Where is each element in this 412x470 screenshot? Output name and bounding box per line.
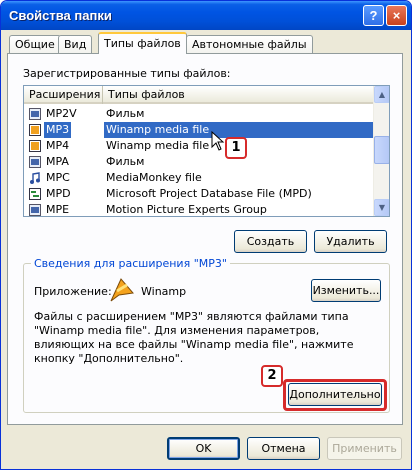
tab-offline-files[interactable]: Автономные файлы	[186, 35, 313, 53]
list-item-type: Winamp media file	[104, 122, 374, 138]
list-item-extension: MPA	[46, 155, 69, 168]
list-item[interactable]: MP2V Фильм	[24, 106, 374, 122]
winamp-file-icon	[29, 124, 41, 136]
list-item-selected[interactable]: MP3 Winamp media file	[24, 122, 374, 138]
video-file-icon	[29, 156, 41, 168]
window-title: Свойства папки	[9, 8, 112, 23]
apply-button[interactable]: Применить	[327, 437, 402, 460]
project-file-icon	[29, 188, 41, 200]
winamp-file-icon	[29, 140, 41, 152]
list-header: Расширения Типы файлов	[24, 86, 374, 104]
scrollbar-thumb[interactable]	[374, 136, 389, 164]
registered-types-label: Зарегистрированные типы файлов:	[23, 67, 231, 80]
callout-2: 2	[261, 365, 283, 387]
help-button[interactable]: ?	[363, 5, 384, 26]
list-item-type: Фильм	[106, 155, 145, 168]
list-item[interactable]: MP4 Winamp media file	[24, 138, 374, 154]
list-item[interactable]: MPD Microsoft Project Database File (MPD…	[24, 186, 374, 202]
close-button[interactable]: ×	[386, 5, 407, 26]
mouse-cursor-icon	[211, 131, 225, 151]
advanced-button[interactable]: Дополнительно	[288, 383, 382, 406]
scroll-up-arrow-icon[interactable]: ▲	[374, 86, 389, 103]
list-item-type: Winamp media file	[106, 139, 210, 152]
create-button[interactable]: Создать	[234, 230, 307, 253]
scroll-down-arrow-icon[interactable]: ▼	[374, 199, 389, 216]
list-item[interactable]: MPA Фильм	[24, 154, 374, 170]
list-item-extension: MP3	[44, 122, 72, 138]
list-item-type: MediaMonkey file	[106, 171, 202, 184]
ok-button[interactable]: OK	[167, 437, 240, 460]
extension-description: Файлы с расширением "MP3" являются файла…	[34, 310, 354, 365]
column-header-file-type[interactable]: Типы файлов	[103, 86, 374, 104]
list-item-type: Motion Picture Experts Group	[106, 203, 267, 216]
list-item-type: Фильм	[106, 107, 145, 120]
callout-1: 1	[225, 137, 247, 159]
folder-options-dialog: Свойства папки ? × Общие Вид Типы файлов…	[0, 0, 412, 470]
music-note-icon	[30, 172, 40, 184]
application-label: Приложение:	[34, 285, 112, 298]
cancel-button[interactable]: Отмена	[247, 437, 320, 460]
delete-button[interactable]: Удалить	[314, 230, 387, 253]
list-item-extension: MPD	[46, 187, 71, 200]
list-scrollbar[interactable]: ▲ ▼	[373, 86, 389, 216]
title-bar[interactable]: Свойства папки ? ×	[1, 1, 411, 30]
list-item-type: Microsoft Project Database File (MPD)	[106, 187, 312, 200]
list-item-extension: MPC	[46, 171, 70, 184]
winamp-icon	[110, 278, 134, 302]
list-item[interactable]: MPC MediaMonkey file	[24, 170, 374, 186]
list-item-extension: MPE	[46, 203, 70, 216]
column-header-extension[interactable]: Расширения	[24, 86, 103, 104]
extension-details-title: Сведения для расширения "MP3"	[31, 257, 230, 270]
list-item[interactable]: MPE Motion Picture Experts Group	[24, 202, 374, 216]
video-file-icon	[29, 204, 41, 216]
tab-view[interactable]: Вид	[58, 35, 93, 53]
list-item-extension: MP2V	[46, 107, 77, 120]
tab-file-types[interactable]: Типы файлов	[98, 32, 187, 54]
change-button[interactable]: Изменить...	[311, 279, 381, 302]
application-name: Winamp	[141, 285, 187, 298]
video-file-icon	[29, 108, 41, 120]
list-item-extension: MP4	[46, 139, 70, 152]
tab-general[interactable]: Общие	[9, 35, 61, 53]
file-types-list[interactable]: Расширения Типы файлов MP2V Фильм MP3 Wi…	[23, 85, 390, 217]
